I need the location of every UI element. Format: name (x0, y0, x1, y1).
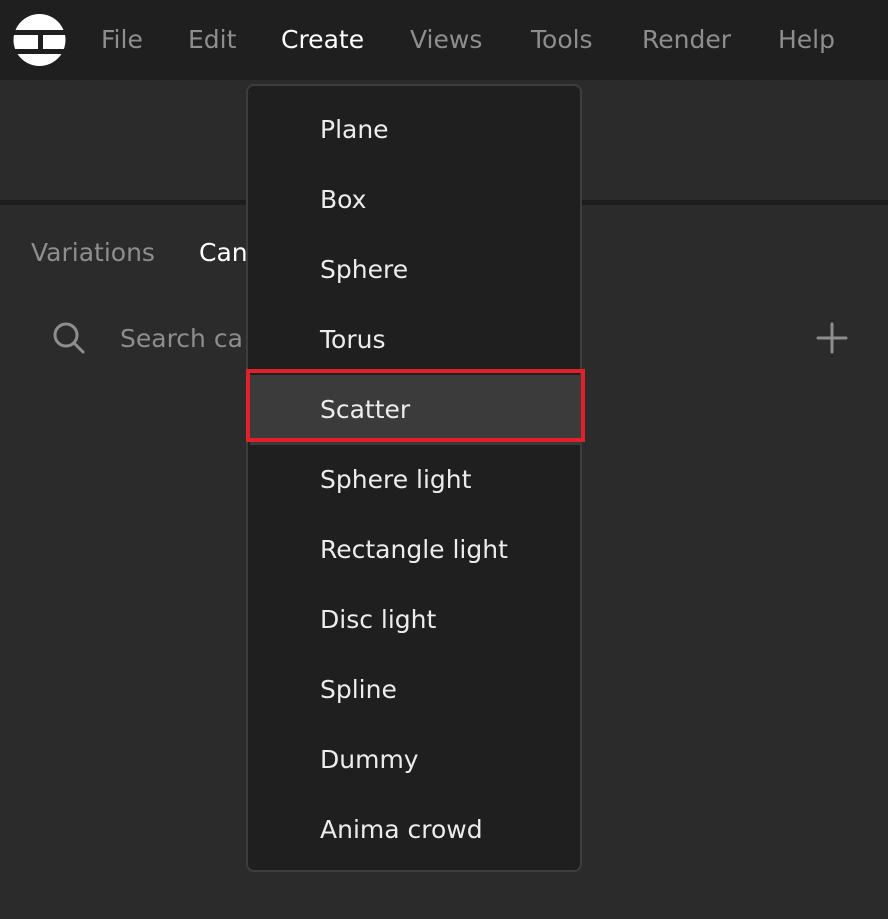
plus-icon[interactable] (816, 322, 848, 354)
menu-tools[interactable]: Tools (531, 24, 593, 56)
menu-bar: File Edit Create Views Tools Render Help (0, 0, 888, 80)
menu-item-dummy[interactable]: Dummy (250, 725, 582, 795)
app-logo-icon[interactable] (12, 13, 67, 67)
menu-item-sphere-light[interactable]: Sphere light (250, 445, 582, 515)
menu-render[interactable]: Render (642, 24, 731, 56)
menu-edit[interactable]: Edit (188, 24, 236, 56)
search-icon (53, 322, 85, 354)
menu-create[interactable]: Create (281, 24, 364, 56)
menu-views[interactable]: Views (410, 24, 482, 56)
menu-item-torus[interactable]: Torus (250, 305, 582, 375)
menu-file[interactable]: File (101, 24, 143, 56)
menu-item-spline[interactable]: Spline (250, 655, 582, 725)
tab-variations[interactable]: Variations (31, 237, 155, 269)
tab-cameras[interactable]: Can (199, 237, 248, 269)
menu-item-rectangle-light[interactable]: Rectangle light (250, 515, 582, 585)
menu-item-anima-crowd[interactable]: Anima crowd (250, 795, 582, 865)
menu-item-box[interactable]: Box (250, 165, 582, 235)
menu-help[interactable]: Help (778, 24, 835, 56)
menu-item-sphere[interactable]: Sphere (250, 235, 582, 305)
create-dropdown-menu: Plane Box Sphere Torus Scatter Sphere li… (246, 84, 582, 872)
menu-item-plane[interactable]: Plane (250, 95, 582, 165)
menu-item-disc-light[interactable]: Disc light (250, 585, 582, 655)
menu-item-scatter[interactable]: Scatter (250, 375, 582, 445)
